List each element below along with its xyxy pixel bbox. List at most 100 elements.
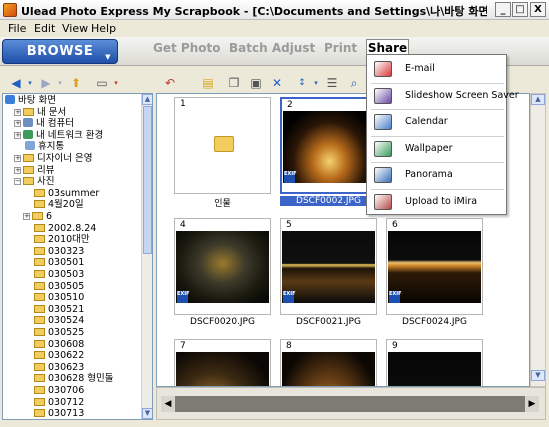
imira-icon xyxy=(374,193,392,210)
maximize-button[interactable]: □ xyxy=(512,2,528,17)
folder-icon xyxy=(34,374,45,383)
tree-item-label: 030505 xyxy=(48,280,85,292)
photo-image: EXIF xyxy=(283,111,376,183)
folder-icon xyxy=(34,362,45,371)
tree-item[interactable]: + 리뷰 xyxy=(14,165,54,176)
tree-item[interactable]: 030521 xyxy=(23,304,84,315)
scroll-down-icon[interactable]: ▼ xyxy=(142,408,152,419)
tree-item[interactable]: 030525 xyxy=(23,327,84,338)
menu-file[interactable]: File xyxy=(8,22,26,35)
share-menu-item[interactable]: E-mail xyxy=(371,58,504,80)
rotate-icon[interactable]: ↶ xyxy=(158,76,182,90)
tree-scrollbar[interactable]: ▲ ▼ xyxy=(141,94,152,419)
share-menu-item[interactable]: Calendar xyxy=(371,111,504,133)
menu-help[interactable]: Help xyxy=(91,22,116,35)
tree-item[interactable]: + 내 문서 xyxy=(14,107,66,118)
photo-thumbnail[interactable]: 9EXIF xyxy=(386,339,483,386)
tree-item[interactable]: 2002.8.24 xyxy=(23,223,96,234)
photo-thumbnail[interactable]: 2 EXIF xyxy=(280,97,377,194)
tray-scrollbar[interactable]: ◀ ▶ xyxy=(161,396,539,412)
paste-icon[interactable]: ▣ xyxy=(248,76,264,90)
tree-item[interactable]: 030713 xyxy=(23,408,84,419)
tree-item[interactable]: 030503 xyxy=(23,269,84,280)
tree-item[interactable]: 030622 xyxy=(23,350,84,361)
folder-icon xyxy=(34,351,45,360)
tab-get-photo[interactable]: Get Photo xyxy=(153,41,220,55)
scroll-left-icon[interactable]: ◀ xyxy=(161,396,175,412)
photo-thumbnail[interactable]: 8EXIF xyxy=(280,339,377,386)
scroll-right-icon[interactable]: ▶ xyxy=(525,396,539,412)
photo-thumbnail[interactable]: 4 EXIF xyxy=(174,218,271,315)
tree-item-label: 030628 형민돌 xyxy=(48,373,114,385)
tab-batch-adjust[interactable]: Batch Adjust xyxy=(229,41,315,55)
open-folder-icon[interactable]: ▤ xyxy=(200,76,216,90)
tree-item[interactable]: 바탕 화면 xyxy=(5,95,56,106)
photo-thumbnail[interactable]: 5 EXIF xyxy=(280,218,377,315)
expand-icon[interactable]: + xyxy=(14,120,21,128)
tree-item[interactable]: + 내 컴퓨터 xyxy=(14,118,74,129)
photo-thumbnail[interactable]: 7EXIF xyxy=(174,339,271,386)
tree-item[interactable]: 03summer xyxy=(23,188,99,199)
tree-item[interactable]: 030505 xyxy=(23,281,84,292)
folder-tree[interactable]: 바탕 화면 + 내 문서 + 내 컴퓨터 + 내 네트워크 환경 휴지통 + 디자이너 은영 + 리뷰… xyxy=(2,93,153,420)
tree-item[interactable]: 030323 xyxy=(23,246,84,257)
tree-item-label: 030510 xyxy=(48,292,85,304)
back-dropdown-icon[interactable]: ▾ xyxy=(22,76,38,90)
browse-button[interactable]: BROWSE ▼ xyxy=(2,39,118,64)
tree-item[interactable]: 030524 xyxy=(23,315,84,326)
tree-item-label: 030521 xyxy=(48,303,85,315)
tree-item-label: 리뷰 xyxy=(37,164,55,176)
tree-item[interactable]: 2010대만 xyxy=(23,234,90,245)
expand-icon[interactable]: + xyxy=(14,166,21,174)
tree-item[interactable]: 030706 xyxy=(23,385,84,396)
up-folder-icon[interactable]: ⬆ xyxy=(68,76,84,90)
menu-edit[interactable]: Edit xyxy=(34,22,55,35)
close-button[interactable]: X xyxy=(530,2,546,17)
photo-image: EXIF xyxy=(388,352,481,386)
tree-item[interactable]: 030623 xyxy=(23,362,84,373)
expand-icon[interactable]: + xyxy=(14,155,21,162)
calendar-icon xyxy=(374,114,392,130)
tree-item-label: 030623 xyxy=(48,361,85,373)
search-icon[interactable]: ⌕ xyxy=(346,76,362,90)
tree-item[interactable]: 030501 xyxy=(23,257,84,268)
tree-scroll-thumb[interactable] xyxy=(143,106,152,254)
folder-icon xyxy=(34,200,45,209)
menu-view[interactable]: View xyxy=(62,22,88,35)
tree-item[interactable]: 030628 형민돌 xyxy=(23,373,114,384)
grid-scrollbar[interactable]: ▲ ▼ xyxy=(530,93,546,387)
grid-scroll-up-icon[interactable]: ▲ xyxy=(531,94,545,105)
share-menu-item[interactable]: Slideshow Screen Saver xyxy=(371,85,519,107)
tree-item[interactable]: − 사진 xyxy=(14,176,54,187)
tree-item[interactable]: +6 xyxy=(23,211,52,222)
view-options-dropdown-icon[interactable]: ▾ xyxy=(108,76,124,90)
folder-icon xyxy=(34,304,45,313)
tree-item[interactable]: 030608 xyxy=(23,339,84,350)
minimize-button[interactable]: _ xyxy=(495,2,511,17)
expand-icon[interactable]: + xyxy=(14,131,21,139)
grid-scroll-down-icon[interactable]: ▼ xyxy=(531,370,545,381)
share-menu-label: Panorama xyxy=(405,169,453,180)
tree-item[interactable]: 030510 xyxy=(23,292,84,303)
share-menu-item[interactable]: Panorama xyxy=(371,164,504,186)
share-menu-item[interactable]: Wallpaper xyxy=(371,138,504,160)
tree-item[interactable]: 휴지통 xyxy=(14,141,64,152)
tree-item[interactable]: + 내 네트워크 환경 xyxy=(14,129,103,141)
expand-icon[interactable]: + xyxy=(23,213,30,220)
delete-icon[interactable]: ✕ xyxy=(269,76,285,90)
tree-item[interactable]: 030712 xyxy=(23,397,84,408)
share-menu-item[interactable]: Upload to iMira xyxy=(371,191,504,213)
tree-item[interactable]: 4월20일 xyxy=(23,199,84,210)
photo-thumbnail[interactable]: 6 EXIF xyxy=(386,218,483,315)
tab-print[interactable]: Print xyxy=(324,41,357,55)
collapse-icon[interactable]: − xyxy=(14,178,21,186)
forward-dropdown-icon[interactable]: ▾ xyxy=(52,76,68,90)
copy-icon[interactable]: ❐ xyxy=(226,76,242,90)
scroll-up-icon[interactable]: ▲ xyxy=(142,94,152,105)
expand-icon[interactable]: + xyxy=(14,108,21,116)
wallpaper-icon xyxy=(374,140,392,157)
folder-thumbnail[interactable]: 1 xyxy=(174,97,271,194)
sort-dropdown-icon[interactable]: ▾ xyxy=(308,76,324,90)
tree-item[interactable]: + 디자이너 은영 xyxy=(14,153,92,164)
properties-icon[interactable]: ☰ xyxy=(324,76,340,90)
